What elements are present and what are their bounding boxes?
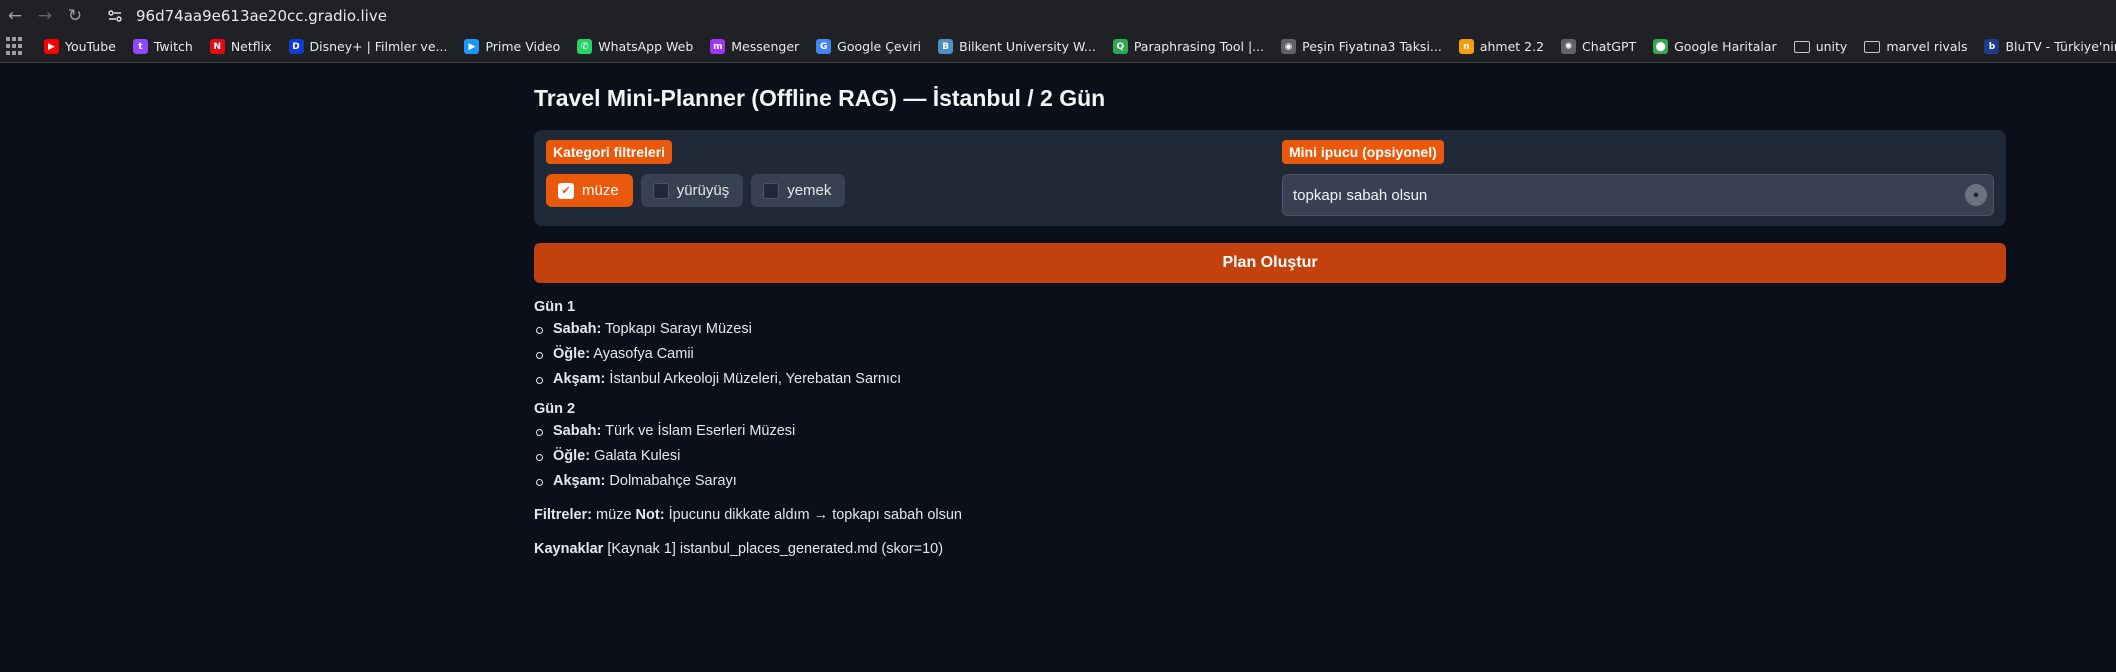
bookmark-item[interactable]: G Google Çeviri: [816, 39, 921, 54]
bookmark-item[interactable]: unity: [1793, 39, 1848, 54]
favicon-icon: ◉: [1281, 39, 1297, 54]
site-settings-icon[interactable]: [106, 7, 124, 25]
bookmark-label: Bilkent University W...: [959, 39, 1096, 54]
bookmark-item[interactable]: ◉ Peşin Fiyatına3 Taksi...: [1281, 39, 1442, 54]
category-filters: ✔ müze yürüyüş yemek: [546, 174, 846, 207]
bookmark-label: ahmet 2.2: [1479, 39, 1545, 54]
bookmark-item[interactable]: ✆ WhatsApp Web: [577, 39, 693, 54]
bookmarks-bar: ▶ YouTube t Twitch N Netflix D Disney+ | Filmle…: [0, 31, 2116, 63]
bookmark-item[interactable]: B Bilkent University W...: [938, 39, 1096, 54]
favicon-icon: ✺: [1561, 39, 1577, 54]
list-item: Sabah: Türk ve İslam Eserleri Müzesi: [534, 423, 2006, 439]
favicon-icon: ✆: [577, 39, 593, 54]
url-text[interactable]: 96d74aa9e613ae20cc.gradio.live: [136, 7, 387, 25]
bookmark-item[interactable]: ▶ Prime Video: [464, 39, 560, 54]
filter-checkbox-yemek[interactable]: yemek: [751, 174, 846, 207]
bookmark-label: YouTube: [65, 39, 116, 54]
favicon-icon: N: [209, 39, 225, 54]
bookmark-label: Paraphrasing Tool |...: [1133, 39, 1265, 54]
plan-create-button[interactable]: Plan Oluştur: [534, 243, 2006, 283]
favicon-icon: ⬤: [1653, 39, 1669, 54]
bookmark-label: Netflix: [230, 39, 272, 54]
day-title: Gün 1: [534, 299, 576, 315]
filter-label: yürüyüş: [676, 182, 730, 199]
browser-toolbar: ← → ↻ 96d74aa9e613ae20cc.gradio.live: [0, 0, 2116, 31]
address-bar[interactable]: 96d74aa9e613ae20cc.gradio.live: [106, 2, 387, 30]
favicon-icon: Q: [1112, 39, 1128, 54]
bookmark-label: WhatsApp Web: [598, 39, 694, 54]
checkbox-icon: [652, 182, 669, 199]
filter-checkbox-yuruyus[interactable]: yürüyüş: [640, 174, 744, 207]
forward-icon[interactable]: →: [30, 4, 60, 28]
list-item: Akşam: İstanbul Arkeoloji Müzeleri, Yere…: [534, 371, 2006, 387]
bookmark-item[interactable]: m Messenger: [710, 39, 799, 54]
bookmark-label: marvel rivals: [1886, 39, 1968, 54]
bookmark-item[interactable]: n ahmet 2.2: [1458, 39, 1545, 54]
favicon-icon: n: [1458, 39, 1474, 54]
filters-note-line: Filtreler: müze Not: İpucunu dikkate ald…: [534, 507, 962, 523]
hint-label: Mini ipucu (opsiyonel): [1282, 140, 1444, 164]
list-item: Öğle: Galata Kulesi: [534, 448, 2006, 464]
back-icon[interactable]: ←: [0, 4, 30, 28]
list-item: Sabah: Topkapı Sarayı Müzesi: [534, 321, 2006, 337]
bookmark-item[interactable]: N Netflix: [209, 39, 272, 54]
day-items: Sabah: Türk ve İslam Eserleri Müzesi Öğl…: [534, 423, 2006, 489]
bookmark-item[interactable]: ▶ YouTube: [44, 39, 116, 54]
list-item: Akşam: Dolmabahçe Sarayı: [534, 473, 2006, 489]
apps-grid-icon[interactable]: [6, 36, 22, 57]
bookmark-label: Prime Video: [485, 39, 561, 54]
bookmark-label: unity: [1815, 39, 1848, 54]
bookmark-label: Google Haritalar: [1674, 39, 1777, 54]
favicon-icon: B: [938, 39, 954, 54]
bookmark-item[interactable]: ✺ ChatGPT: [1561, 39, 1636, 54]
favicon-icon: D: [288, 39, 304, 54]
folder-icon: [1793, 40, 1810, 53]
bookmark-label: Messenger: [731, 39, 800, 54]
favicon-icon: ▶: [44, 39, 59, 54]
checkmark-icon: ✔: [558, 182, 574, 199]
input-panel: Kategori filtreleri ✔ müze yürüyüş yemek…: [534, 130, 2006, 226]
bookmark-label: Twitch: [153, 39, 193, 54]
folder-icon: [1864, 40, 1881, 53]
favicon-icon: G: [816, 39, 832, 54]
bookmark-label: Google Çeviri: [837, 39, 922, 54]
bookmark-label: Peşin Fiyatına3 Taksi...: [1302, 39, 1442, 54]
assistant-bot-icon[interactable]: ●: [1965, 184, 1987, 206]
bookmark-label: ChatGPT: [1582, 39, 1637, 54]
favicon-icon: t: [132, 39, 148, 54]
bookmark-label: Disney+ | Filmler ve...: [309, 39, 448, 54]
favicon-icon: m: [710, 39, 726, 54]
bookmark-item[interactable]: Q Paraphrasing Tool |...: [1112, 39, 1265, 54]
favicon-icon: b: [1984, 39, 2000, 54]
bookmark-item[interactable]: marvel rivals: [1864, 39, 1967, 54]
day-items: Sabah: Topkapı Sarayı Müzesi Öğle: Ayaso…: [534, 321, 2006, 387]
checkbox-icon: [763, 182, 780, 199]
hint-input[interactable]: topkapı sabah olsun ●: [1282, 174, 1994, 216]
bookmark-item[interactable]: t Twitch: [132, 39, 193, 54]
filter-checkbox-muze[interactable]: ✔ müze: [546, 174, 633, 207]
page-title: Travel Mini-Planner (Offline RAG) — İsta…: [534, 85, 1106, 111]
filter-label: yemek: [787, 182, 832, 199]
sources-line: Kaynaklar [Kaynak 1] istanbul_places_gen…: [534, 541, 944, 557]
day-title: Gün 2: [534, 401, 576, 417]
filters-label: Kategori filtreleri: [546, 140, 673, 164]
bookmark-item[interactable]: ⬤ Google Haritalar: [1653, 39, 1777, 54]
bookmark-label: BluTV - Türkiye'nin İ...: [2005, 39, 2116, 54]
plan-result: Gün 1 Sabah: Topkapı Sarayı Müzesi Öğle:…: [534, 285, 2006, 557]
hint-value: topkapı sabah olsun: [1293, 186, 1428, 204]
list-item: Öğle: Ayasofya Camii: [534, 346, 2006, 362]
filter-label: müze: [582, 182, 619, 199]
bookmark-item[interactable]: D Disney+ | Filmler ve...: [288, 39, 448, 54]
bookmark-item[interactable]: b BluTV - Türkiye'nin İ...: [1984, 39, 2116, 54]
favicon-icon: ▶: [464, 39, 480, 54]
reload-icon[interactable]: ↻: [60, 4, 90, 28]
